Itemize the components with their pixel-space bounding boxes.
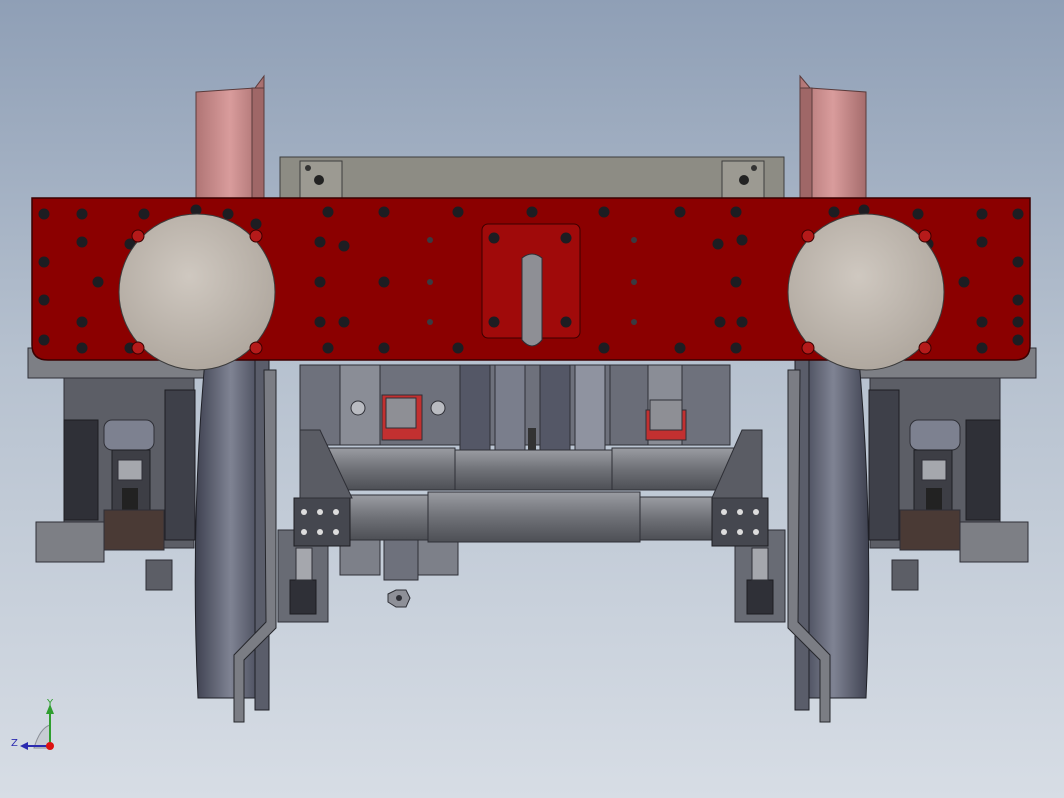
frame-plate-left	[195, 74, 265, 201]
bolt-icon	[338, 316, 350, 328]
bolt-icon	[714, 316, 726, 328]
axlebox-right	[855, 347, 1037, 591]
bolt-icon	[76, 236, 88, 248]
bolt-icon	[322, 342, 334, 354]
axle-upper	[319, 447, 746, 491]
triad-z-label: Z	[11, 738, 18, 749]
bolt-icon	[76, 208, 88, 220]
bolt-icon	[378, 342, 390, 354]
triad-y-label: Y	[47, 698, 54, 709]
axlebox-left	[27, 347, 209, 591]
bolt-icon	[976, 316, 988, 328]
buffer-left	[118, 213, 276, 371]
bolt-icon	[76, 342, 88, 354]
bolt-hole-icon	[631, 237, 637, 243]
bolt-icon	[598, 206, 610, 218]
bolt-icon	[338, 240, 350, 252]
bolt-icon	[138, 208, 150, 220]
coordinate-triad	[20, 704, 54, 750]
bolt-icon	[560, 316, 572, 328]
bolt-icon	[38, 208, 50, 220]
bolt-hole-icon	[427, 279, 433, 285]
graphics-viewport[interactable]: Y Z	[0, 0, 1064, 798]
bolt-icon	[912, 208, 924, 220]
bolt-icon	[92, 276, 104, 288]
bolt-icon	[314, 316, 326, 328]
wheel-left	[194, 359, 270, 711]
axle-lower	[334, 491, 731, 543]
bolt-icon	[488, 232, 500, 244]
bolt-hole-icon	[631, 319, 637, 325]
bolt-hole-icon	[427, 319, 433, 325]
bolt-icon	[378, 276, 390, 288]
origin-dot-icon	[46, 742, 54, 750]
wheel-right	[794, 359, 870, 711]
bolt-icon	[736, 316, 748, 328]
bolt-icon	[452, 206, 464, 218]
bolt-icon	[314, 236, 326, 248]
buffer-right	[787, 213, 945, 371]
bolt-icon	[560, 232, 572, 244]
bolt-icon	[976, 236, 988, 248]
axle-bearing-left	[293, 497, 351, 547]
bolt-icon	[1012, 256, 1024, 268]
bolt-icon	[1012, 208, 1024, 220]
bolt-icon	[674, 206, 686, 218]
bolt-icon	[976, 208, 988, 220]
bolt-icon	[712, 238, 724, 250]
bolt-icon	[674, 342, 686, 354]
bolt-icon	[378, 206, 390, 218]
bolt-icon	[730, 206, 742, 218]
bolt-icon	[488, 316, 500, 328]
bolt-icon	[1012, 294, 1024, 306]
bolt-hole-icon	[631, 279, 637, 285]
bolt-icon	[38, 334, 50, 346]
bolt-icon	[250, 218, 262, 230]
bolt-icon	[314, 276, 326, 288]
bolt-icon	[828, 206, 840, 218]
bolt-icon	[598, 342, 610, 354]
bolt-icon	[38, 256, 50, 268]
bolt-icon	[736, 234, 748, 246]
frame-plate-right	[799, 74, 867, 201]
bolt-icon	[322, 206, 334, 218]
bolt-icon	[730, 342, 742, 354]
bolt-icon	[958, 276, 970, 288]
bolt-icon	[1012, 334, 1024, 346]
axle-bearing-right	[711, 497, 769, 547]
bolt-icon	[222, 208, 234, 220]
bolt-icon	[526, 206, 538, 218]
bolt-icon	[38, 294, 50, 306]
bolt-hole-icon	[427, 237, 433, 243]
rear-cross-member	[279, 156, 785, 202]
bolt-icon	[1012, 316, 1024, 328]
bolt-icon	[76, 316, 88, 328]
bolt-icon	[976, 342, 988, 354]
loose-nut	[387, 589, 411, 608]
bolt-icon	[730, 276, 742, 288]
bolt-icon	[452, 342, 464, 354]
cad-model-view[interactable]	[0, 0, 1064, 798]
